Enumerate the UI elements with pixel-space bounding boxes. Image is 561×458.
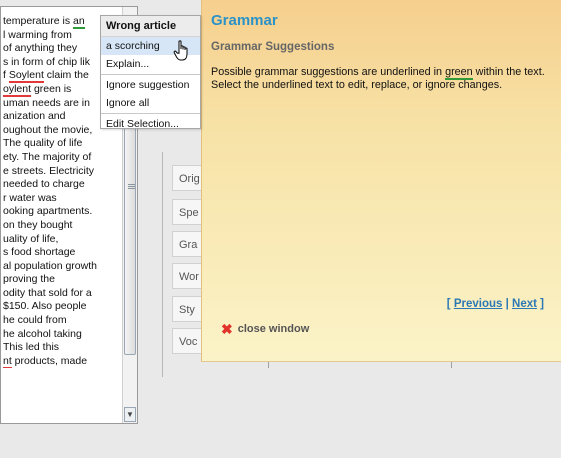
scroll-down-button[interactable]: ▼ xyxy=(124,407,136,422)
line-text: ooking apartments. xyxy=(3,205,93,218)
editor-line: This led this xyxy=(3,341,123,355)
line-text: ety. The majority of xyxy=(3,150,92,163)
next-link[interactable]: Next xyxy=(512,298,537,310)
editor-line: nt products, made xyxy=(3,354,123,369)
nav-bracket: [ xyxy=(446,298,451,310)
line-text: al population growth xyxy=(3,259,97,272)
close-window-button[interactable]: ✖ close window xyxy=(221,320,310,337)
green-example-word: green xyxy=(445,66,473,80)
menu-separator xyxy=(101,74,200,75)
menu-separator xyxy=(101,113,200,114)
line-text: This led this xyxy=(3,341,60,354)
editor-line: ooking apartments. xyxy=(3,205,123,219)
line-text: l warming from xyxy=(3,28,72,41)
editor-line: he could from xyxy=(3,314,123,328)
scrollbar-grip xyxy=(128,184,135,185)
tab-label: Spe xyxy=(179,207,199,219)
line-text: r water was xyxy=(3,191,57,204)
editor-line: s food shortage xyxy=(3,246,123,260)
help-description: Possible grammar suggestions are underli… xyxy=(211,66,556,92)
grammar-underlined-word[interactable]: an xyxy=(73,15,85,29)
tab-label: Gra xyxy=(179,239,198,251)
line-text: odity that sold for a xyxy=(3,286,92,299)
spelling-underlined-word[interactable]: oylent xyxy=(3,82,32,97)
help-title: Grammar xyxy=(211,12,278,29)
line-text: f xyxy=(3,69,9,82)
edit-selection-menu-item[interactable]: Edit Selection... xyxy=(101,115,200,133)
hand-pointer-icon xyxy=(173,40,188,61)
grammar-help-panel: Grammar Grammar Suggestions Possible gra… xyxy=(201,0,561,362)
nav-separator: | xyxy=(505,298,509,310)
nav-bracket: ] xyxy=(540,298,544,310)
help-subtitle: Grammar Suggestions xyxy=(211,41,335,53)
tab-label: Sty xyxy=(179,304,195,316)
editor-line: ety. The majority of xyxy=(3,151,123,165)
tab-label: Orig xyxy=(179,173,200,185)
line-text: The quality of life xyxy=(3,137,83,150)
tab-label: Voc xyxy=(179,336,198,348)
editor-line: he alcohol taking xyxy=(3,328,123,342)
spelling-underlined-word[interactable]: Soylent xyxy=(8,69,44,83)
line-text: claim the xyxy=(43,69,89,82)
line-text: temperature is xyxy=(3,15,74,27)
line-text: oughout the movie, xyxy=(3,123,93,136)
previous-link[interactable]: Previous xyxy=(454,298,503,310)
help-text: Possible grammar suggestions are underli… xyxy=(211,66,446,78)
editor-line: al population growth xyxy=(3,260,123,274)
close-x-icon: ✖ xyxy=(221,320,233,337)
line-text: uality of life, xyxy=(3,232,59,245)
editor-line: The quality of life xyxy=(3,137,123,151)
editor-line: uality of life, xyxy=(3,233,123,247)
editor-line: proving the xyxy=(3,273,123,287)
line-text: on they bought xyxy=(3,218,73,231)
line-text: of anything they xyxy=(3,42,78,55)
line-text: he could from xyxy=(3,314,67,327)
line-text: $150. Also people xyxy=(3,300,87,313)
panel-divider xyxy=(162,152,163,377)
spelling-underlined-word[interactable]: nt xyxy=(3,354,12,369)
ignore-suggestion-menu-item[interactable]: Ignore suggestion xyxy=(101,76,200,94)
editor-line: r water was xyxy=(3,192,123,206)
line-text: anization and xyxy=(3,110,66,123)
close-window-label: close window xyxy=(237,323,310,335)
chevron-down-icon: ▼ xyxy=(126,410,134,419)
editor-line: needed to charge xyxy=(3,178,123,192)
line-text: green is xyxy=(31,82,72,95)
ignore-all-menu-item[interactable]: Ignore all xyxy=(101,94,200,112)
line-text: e streets. Electricity xyxy=(3,164,95,177)
line-text: proving the xyxy=(3,273,55,286)
editor-line: on they bought xyxy=(3,219,123,233)
line-text: s in form of chip lik xyxy=(3,55,90,68)
tab-label: Wor xyxy=(179,271,199,283)
line-text: needed to charge xyxy=(3,178,85,191)
help-navigation: [ Previous | Next ] xyxy=(447,298,544,310)
line-text: products, made xyxy=(11,354,88,367)
editor-line: odity that sold for a xyxy=(3,287,123,301)
grammar-context-menu: Wrong article a scorching Explain... Ign… xyxy=(100,15,201,130)
context-menu-header: Wrong article xyxy=(101,16,200,37)
line-text: he alcohol taking xyxy=(3,327,82,340)
line-text: uman needs are in xyxy=(3,96,90,109)
editor-line: $150. Also people xyxy=(3,300,123,314)
line-text: s food shortage xyxy=(3,246,76,259)
editor-line: e streets. Electricity xyxy=(3,165,123,179)
